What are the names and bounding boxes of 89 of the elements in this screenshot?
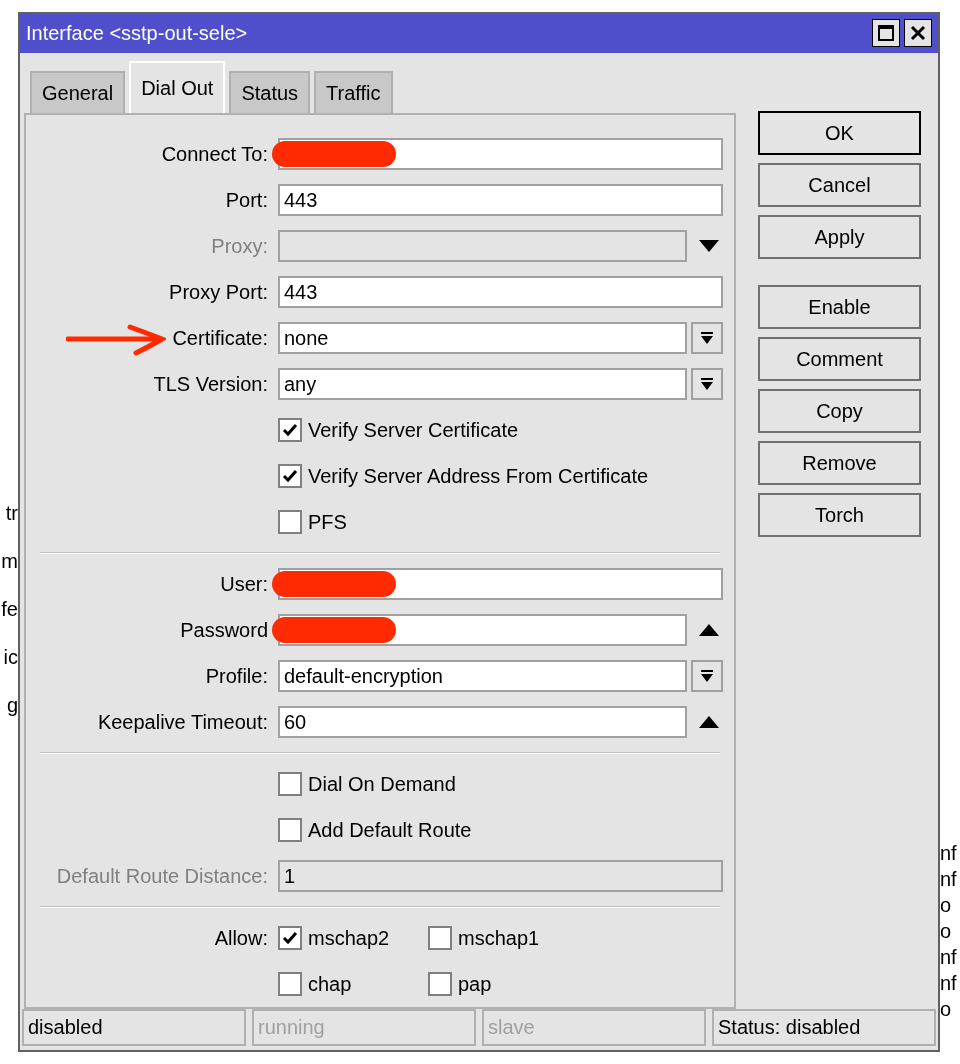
tab[interactable]: Traffic [314,70,393,113]
dialog-button[interactable]: Apply [758,214,921,259]
dropdown-arrow-icon [700,376,714,391]
background-text: nf [940,867,958,892]
checkbox-label: Verify Server Address From Certificate [308,463,649,489]
check-icon [282,929,298,946]
field-label: Allow: [213,925,268,951]
checkbox[interactable] [278,925,302,950]
background-text: tr [5,501,18,526]
status-cell: running [252,1008,476,1046]
checkbox[interactable] [278,771,302,796]
dropdown-arrow-icon[interactable] [699,239,719,252]
checkbox[interactable] [278,817,302,842]
checkbox-label: chap [308,971,352,997]
action-button[interactable]: Comment [758,336,921,381]
close-button[interactable] [904,19,932,48]
field-value: 443 [284,187,318,213]
collapse-arrow-icon[interactable] [699,715,719,728]
field-label: Connect To: [160,141,268,167]
checkbox-label: Add Default Route [308,817,472,843]
field-label: Password [179,617,268,643]
check-icon [282,421,298,438]
checkbox[interactable] [428,925,452,950]
dropdown-button[interactable] [691,321,723,354]
input-field[interactable]: default-encryption [278,659,687,692]
field-value: 1 [284,863,296,889]
checkbox[interactable] [278,417,302,442]
field-label: Proxy: [210,233,268,259]
field-label: TLS Version: [152,371,268,397]
dropdown-arrow-icon [700,330,714,345]
checkbox[interactable] [278,971,302,996]
input-field[interactable]: 443 [278,183,723,216]
background-text: ic [3,645,18,670]
checkbox[interactable] [278,509,302,534]
tab[interactable]: Status [229,70,311,113]
background-text: nf [940,945,958,970]
status-cell: slave [482,1008,706,1046]
tab[interactable]: General [30,70,126,113]
field-label: Default Route Distance: [55,863,268,889]
checkbox-label: pap [458,971,492,997]
background-text: g [6,693,18,718]
checkbox-label: PFS [308,509,347,535]
checkbox[interactable] [278,463,302,488]
dropdown-button[interactable] [691,659,723,692]
dialog-button[interactable]: Cancel [758,162,921,207]
maximize-icon [877,24,895,43]
action-button[interactable]: Remove [758,440,921,485]
input-field[interactable]: any [278,367,687,400]
input-field[interactable]: 443 [278,275,723,308]
collapse-arrow-icon[interactable] [699,623,719,636]
background-text: nf [940,841,958,866]
check-icon [282,467,298,484]
background-text: o [940,893,953,918]
checkbox[interactable] [428,971,452,996]
window-title: Interface <sstp-out-sele> [26,21,249,47]
checkbox-label: Dial On Demand [308,771,456,797]
input-field[interactable] [278,229,687,262]
field-value: 60 [284,709,307,735]
field-label: Certificate: [171,325,268,351]
action-button[interactable]: Enable [758,284,921,329]
close-icon [910,25,926,42]
background-text: nf [940,971,958,996]
dropdown-arrow-icon [700,668,714,683]
tab[interactable]: Dial Out [129,60,226,113]
background-text: fe [1,597,18,622]
maximize-button[interactable] [872,19,900,48]
status-cell: disabled [22,1008,246,1046]
field-label: Proxy Port: [168,279,268,305]
action-button[interactable]: Torch [758,492,921,537]
background-text: o [940,919,953,944]
input-field[interactable]: 60 [278,705,687,738]
input-field[interactable]: none [278,321,687,354]
field-label: Keepalive Timeout: [96,709,268,735]
dropdown-button[interactable] [691,367,723,400]
checkbox-label: mschap1 [458,925,540,951]
dialog-button[interactable]: OK [758,110,921,155]
field-value: 443 [284,279,318,305]
action-button[interactable]: Copy [758,388,921,433]
field-value: default-encryption [284,663,443,689]
background-text: m [1,549,18,574]
field-value: any [284,371,317,397]
checkbox-label: mschap2 [308,925,390,951]
field-label: Profile: [204,663,268,689]
field-value: none [284,325,329,351]
status-cell: Status: disabled [712,1008,936,1046]
checkbox-label: Verify Server Certificate [308,417,519,443]
field-label: User: [219,571,268,597]
background-text: o [940,997,953,1022]
field-label: Port: [224,187,268,213]
